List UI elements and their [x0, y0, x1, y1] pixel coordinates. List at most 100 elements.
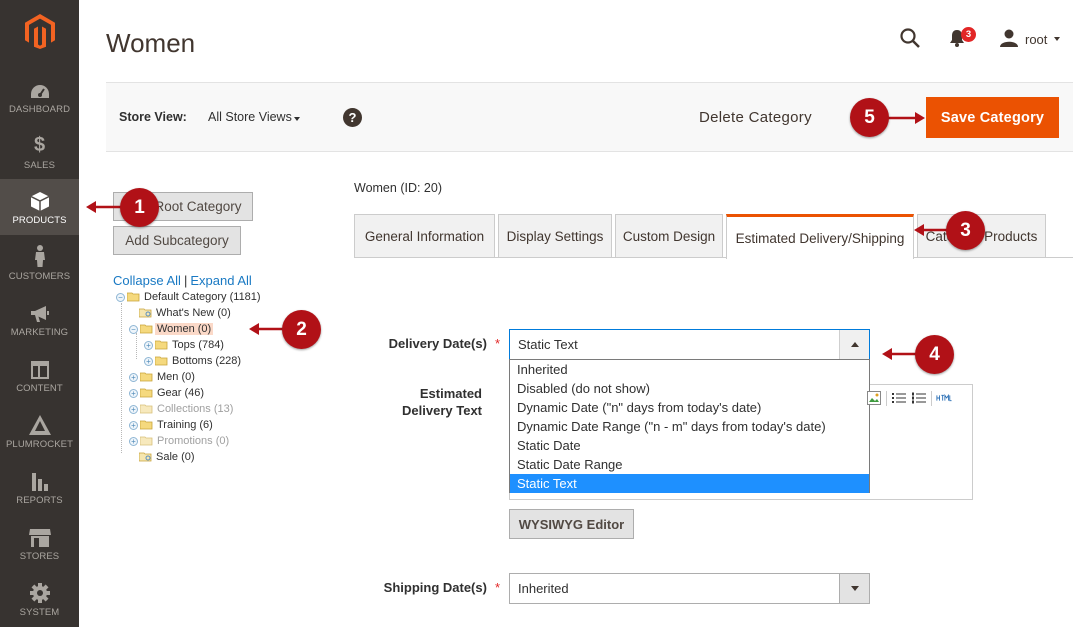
- field-label-text: Shipping Date(s): [383, 580, 487, 595]
- nav-label: STORES: [19, 550, 60, 562]
- tree-node[interactable]: What's New (0): [139, 305, 233, 321]
- tree-node-label: What's New (0): [156, 307, 231, 319]
- select-toggle[interactable]: [839, 574, 869, 603]
- page-title: Women: [106, 28, 196, 58]
- expand-toggle-icon[interactable]: +: [129, 372, 138, 382]
- select-value: Inherited: [518, 581, 569, 596]
- nav-products[interactable]: PRODUCTS: [0, 179, 79, 235]
- nav-dashboard[interactable]: DASHBOARD: [0, 68, 79, 124]
- nav-stores[interactable]: STORES: [0, 515, 79, 571]
- shipping-dates-select[interactable]: Inherited: [509, 573, 870, 604]
- tree-node[interactable]: + Tops (784): [144, 337, 226, 353]
- tree-node-label: Training (6): [157, 419, 213, 431]
- help-icon[interactable]: ?: [343, 108, 362, 127]
- nav-customers[interactable]: CUSTOMERS: [0, 235, 79, 291]
- save-category-button[interactable]: Save Category: [926, 97, 1059, 138]
- tree-node-label: Default Category (1181): [144, 291, 261, 303]
- tree-guide: [121, 303, 122, 453]
- expand-toggle-icon[interactable]: +: [129, 388, 138, 398]
- chevron-down-icon[interactable]: [294, 117, 300, 121]
- tree-node[interactable]: + Men (0): [129, 369, 197, 385]
- tab-custom-design[interactable]: Custom Design: [615, 214, 723, 258]
- tab-estimated-delivery-shipping[interactable]: Estimated Delivery/Shipping: [726, 214, 914, 259]
- shipping-dates-label: Shipping Date(s) *: [360, 580, 500, 595]
- tree-node-label: Gear (46): [157, 387, 205, 399]
- tree-node[interactable]: Sale (0): [139, 449, 197, 465]
- folder-icon: [140, 372, 153, 382]
- collapse-toggle-icon[interactable]: −: [129, 324, 138, 334]
- nav-label: SALES: [23, 159, 56, 171]
- toolbar-separator: [931, 390, 932, 406]
- tree-node-label: Tops (784): [172, 339, 224, 351]
- dropdown-option[interactable]: Inherited: [510, 360, 869, 379]
- nav-system[interactable]: SYSTEM: [0, 571, 79, 627]
- magento-logo[interactable]: [0, 0, 79, 62]
- search-folder-icon: [139, 308, 152, 318]
- admin-sidebar: DASHBOARD $ SALES PRODUCTS CUSTOMERS MAR…: [0, 0, 79, 627]
- nav-label: PRODUCTS: [12, 214, 67, 226]
- expand-toggle-icon[interactable]: +: [129, 436, 138, 446]
- folder-open-icon: [127, 292, 140, 302]
- wysiwyg-editor-button[interactable]: WYSIWYG Editor: [509, 509, 634, 539]
- html-source-icon[interactable]: [936, 390, 952, 406]
- delete-category-button[interactable]: Delete Category: [699, 109, 812, 126]
- tree-node[interactable]: + Training (6): [129, 417, 215, 433]
- megaphone-icon: [30, 301, 50, 323]
- tabs-divider: [354, 257, 1073, 258]
- callout-arrow: [86, 201, 122, 213]
- insert-image-icon[interactable]: [866, 390, 882, 406]
- collapse-toggle-icon[interactable]: −: [116, 292, 125, 302]
- gear-icon: [29, 581, 50, 603]
- tree-node[interactable]: + Collections (13): [129, 401, 235, 417]
- tree-node-selected[interactable]: − Women (0): [129, 321, 214, 337]
- field-label-line: Delivery Text: [402, 403, 482, 418]
- user-icon[interactable]: [1000, 29, 1018, 50]
- collapse-all-link[interactable]: Collapse All: [113, 273, 181, 288]
- search-icon[interactable]: [900, 28, 920, 51]
- nav-content[interactable]: CONTENT: [0, 347, 79, 403]
- expand-toggle-icon[interactable]: +: [129, 404, 138, 414]
- folder-icon: [140, 420, 153, 430]
- chevron-down-icon[interactable]: [1054, 37, 1060, 41]
- tree-node[interactable]: + Promotions (0): [129, 433, 231, 449]
- expand-toggle-icon[interactable]: +: [144, 356, 153, 366]
- tab-display-settings[interactable]: Display Settings: [498, 214, 612, 258]
- select-toggle[interactable]: [839, 330, 869, 359]
- delivery-dates-label: Delivery Date(s) *: [360, 336, 500, 351]
- callout-arrow: [249, 323, 285, 335]
- nav-plumrocket[interactable]: PLUMROCKET: [0, 403, 79, 459]
- dropdown-option[interactable]: Dynamic Date Range ("n - m" days from to…: [510, 417, 869, 436]
- folder-icon: [155, 356, 168, 366]
- tree-node[interactable]: − Default Category (1181): [116, 289, 263, 305]
- dollar-glyph: $: [33, 133, 46, 156]
- editor-toolbar: [866, 389, 952, 407]
- bar-chart-icon: [31, 469, 49, 491]
- callout-badge: 2: [282, 310, 321, 349]
- folder-icon: [155, 340, 168, 350]
- dropdown-option-selected[interactable]: Static Text: [510, 474, 869, 493]
- numbered-list-icon[interactable]: [911, 390, 927, 406]
- dropdown-option[interactable]: Static Date Range: [510, 455, 869, 474]
- dropdown-option[interactable]: Static Date: [510, 436, 869, 455]
- box-icon: [30, 189, 49, 211]
- add-subcategory-button[interactable]: Add Subcategory: [113, 226, 241, 255]
- expand-toggle-icon[interactable]: +: [144, 340, 153, 350]
- category-id-heading: Women (ID: 20): [354, 181, 442, 195]
- tab-general-information[interactable]: General Information: [354, 214, 495, 258]
- nav-label: PLUMROCKET: [6, 438, 73, 450]
- expand-all-link[interactable]: Expand All: [190, 273, 251, 288]
- nav-reports[interactable]: REPORTS: [0, 459, 79, 515]
- user-name[interactable]: root: [1025, 32, 1047, 47]
- bullet-list-icon[interactable]: [891, 390, 907, 406]
- tree-node[interactable]: + Gear (46): [129, 385, 206, 401]
- expand-toggle-icon[interactable]: +: [129, 420, 138, 430]
- nav-sales[interactable]: $ SALES: [0, 124, 79, 180]
- nav-marketing[interactable]: MARKETING: [0, 291, 79, 347]
- tree-node[interactable]: + Bottoms (228): [144, 353, 243, 369]
- dropdown-option[interactable]: Disabled (do not show): [510, 379, 869, 398]
- tree-node-label: Women (0): [155, 323, 214, 335]
- dropdown-option[interactable]: Dynamic Date ("n" days from today's date…: [510, 398, 869, 417]
- tree-controls: Collapse All | Expand All: [113, 273, 252, 288]
- delivery-dates-select[interactable]: Static Text: [509, 329, 870, 360]
- store-view-switcher[interactable]: All Store Views: [208, 110, 292, 124]
